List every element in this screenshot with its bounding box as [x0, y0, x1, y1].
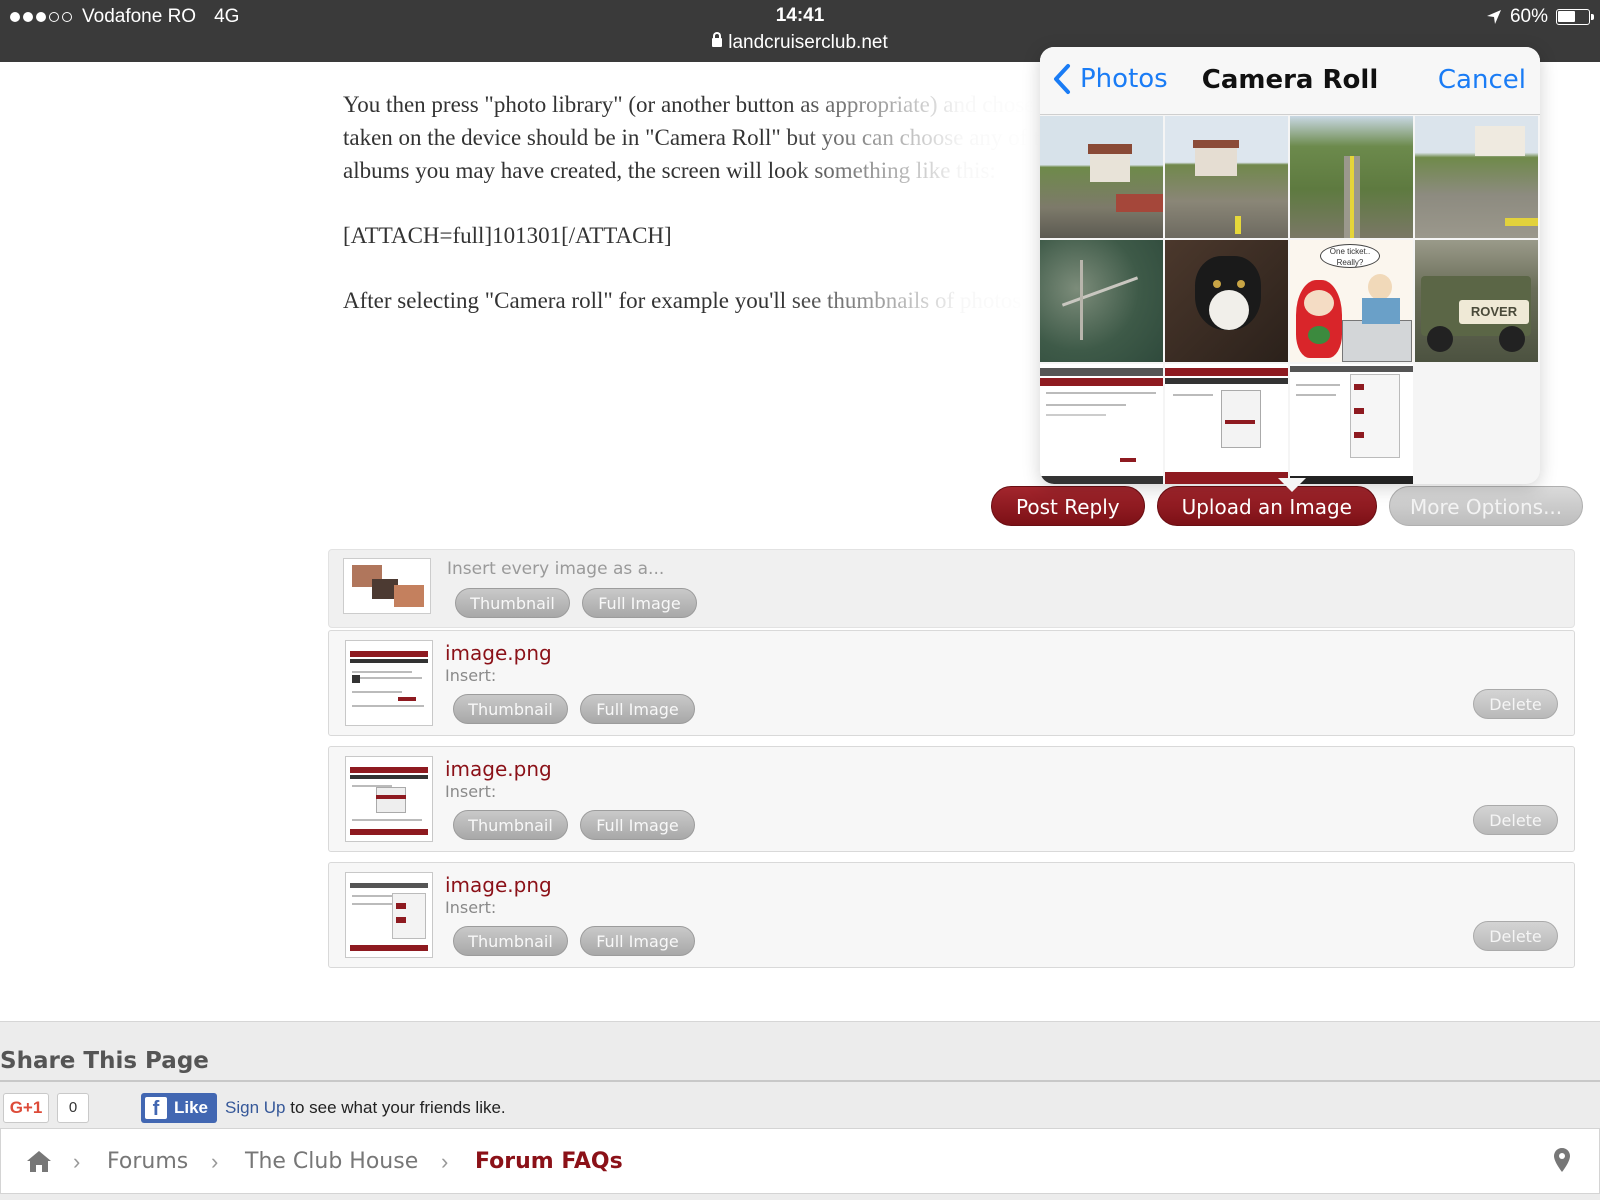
photo-thumbnail[interactable]: ROVER [1415, 240, 1538, 362]
attachment-delete-button[interactable]: Delete [1473, 689, 1558, 719]
facebook-like-label: Like [174, 1098, 209, 1117]
stacked-thumbnails-icon [343, 558, 431, 614]
insert-all-panel: Insert every image as a... Thumbnail Ful… [328, 549, 1575, 628]
insert-all-thumbnail-button[interactable]: Thumbnail [455, 588, 570, 618]
facebook-signup-rest: to see what your friends like. [290, 1098, 506, 1117]
attachment-thumbnail-button[interactable]: Thumbnail [453, 694, 568, 724]
post-action-buttons: Post Reply Upload an Image More Options.… [991, 486, 1584, 526]
picker-cancel-button[interactable]: Cancel [1438, 65, 1526, 95]
photo-thumbnail[interactable] [1290, 364, 1413, 484]
insert-all-label: Insert every image as a... [447, 559, 665, 579]
insert-all-full-image-button[interactable]: Full Image [582, 588, 697, 618]
photo-thumbnail[interactable] [1040, 240, 1163, 362]
share-title: Share This Page [0, 1048, 209, 1074]
url-text: landcruiserclub.net [728, 32, 888, 53]
attachment-thumbnail-button[interactable]: Thumbnail [453, 926, 568, 956]
facebook-signup-text: Sign Up to see what your friends like. [225, 1098, 506, 1118]
breadcrumb-separator: › [441, 1149, 449, 1174]
attachment-filename[interactable]: image.png [445, 641, 552, 665]
photo-thumbnail[interactable] [1415, 116, 1538, 238]
picker-header: Photos Camera Roll Cancel [1040, 47, 1540, 115]
more-options-button[interactable]: More Options... [1388, 486, 1584, 526]
photo-thumbnail[interactable] [1040, 364, 1163, 484]
facebook-like-button[interactable]: f Like [141, 1093, 217, 1123]
map-pin-icon[interactable] [1553, 1147, 1571, 1173]
google-plus-count: 0 [57, 1093, 89, 1123]
attachment-item: image.png Insert: Thumbnail Full Image D… [328, 862, 1575, 968]
divider [0, 1080, 1600, 1082]
lock-icon [712, 32, 723, 47]
attachment-item: image.png Insert: Thumbnail Full Image D… [328, 746, 1575, 852]
popover-arrow [1278, 478, 1306, 492]
photo-picker-popover: Photos Camera Roll Cancel One ticket.. R… [1040, 47, 1540, 484]
breadcrumb: › Forums › The Club House › Forum FAQs [0, 1128, 1600, 1194]
attachment-delete-button[interactable]: Delete [1473, 921, 1558, 951]
attachment-insert-label: Insert: [445, 666, 497, 685]
facebook-signup-link[interactable]: Sign Up [225, 1098, 285, 1117]
upload-image-button[interactable]: Upload an Image [1156, 486, 1377, 526]
photo-thumbnail[interactable] [1165, 240, 1288, 362]
attachment-thumbnail[interactable] [345, 640, 433, 726]
attachment-thumbnail[interactable] [345, 756, 433, 842]
attachment-insert-label: Insert: [445, 898, 497, 917]
facebook-icon: f [145, 1097, 167, 1120]
attachment-item: image.png Insert: Thumbnail Full Image D… [328, 630, 1575, 736]
google-plus-button[interactable]: G+1 [3, 1093, 49, 1123]
attachment-thumbnail-button[interactable]: Thumbnail [453, 810, 568, 840]
photo-thumbnail[interactable]: One ticket.. Really? [1290, 240, 1413, 362]
breadcrumb-forums[interactable]: Forums [107, 1149, 188, 1174]
attachment-full-image-button[interactable]: Full Image [580, 694, 695, 724]
status-right: 60% [1486, 6, 1594, 28]
battery-icon [1556, 9, 1594, 25]
breadcrumb-separator: › [73, 1149, 81, 1174]
photo-thumbnail[interactable] [1040, 116, 1163, 238]
clock: 14:41 [775, 5, 825, 26]
attachment-full-image-button[interactable]: Full Image [580, 810, 695, 840]
breadcrumb-forum-faqs[interactable]: Forum FAQs [475, 1149, 623, 1174]
battery-level [1558, 11, 1575, 22]
popover-shadow-fade [780, 62, 1040, 532]
attachment-delete-button[interactable]: Delete [1473, 805, 1558, 835]
photo-thumbnail[interactable] [1290, 116, 1413, 238]
location-arrow-icon [1486, 10, 1501, 24]
breadcrumb-separator: › [211, 1149, 219, 1174]
post-reply-button[interactable]: Post Reply [991, 486, 1145, 526]
attachment-filename[interactable]: image.png [445, 757, 552, 781]
attachment-thumbnail[interactable] [345, 872, 433, 958]
attachment-insert-label: Insert: [445, 782, 497, 801]
breadcrumb-club-house[interactable]: The Club House [245, 1149, 418, 1174]
photo-thumbnail[interactable] [1165, 364, 1288, 484]
truck-text: ROVER [1459, 300, 1529, 324]
attachment-filename[interactable]: image.png [445, 873, 552, 897]
comic-speech-bubble: One ticket.. Really? [1320, 244, 1380, 268]
battery-percent: 60% [1509, 6, 1548, 27]
photo-thumbnail[interactable] [1165, 116, 1288, 238]
home-icon[interactable] [25, 1149, 53, 1173]
attachment-full-image-button[interactable]: Full Image [580, 926, 695, 956]
